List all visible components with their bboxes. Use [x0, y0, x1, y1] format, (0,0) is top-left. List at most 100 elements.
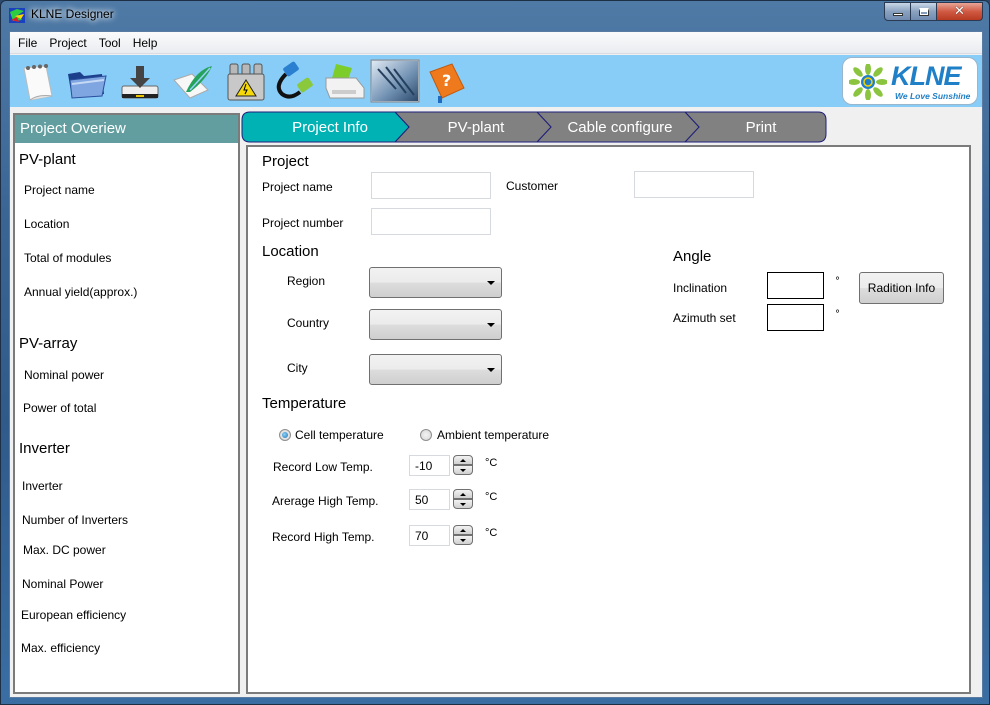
average-high-temp-spinner[interactable]	[453, 489, 473, 509]
record-high-temp-input[interactable]: 70	[409, 525, 450, 546]
record-high-temp-unit: °C	[485, 527, 498, 539]
project-name-label: Project name	[262, 180, 333, 194]
new-project-icon[interactable]	[16, 60, 60, 104]
sunflower-logo-icon	[849, 64, 887, 100]
country-select[interactable]	[369, 309, 502, 340]
spin-up-icon[interactable]	[453, 489, 473, 499]
ambient-temperature-label[interactable]: Ambient temperature	[437, 428, 549, 442]
azimuth-degree-unit: °	[835, 309, 840, 320]
ambient-temperature-radio[interactable]	[420, 429, 432, 441]
overview-section-pv-plant: PV-plant	[19, 151, 76, 168]
project-info-panel: Project Project name Customer Project nu…	[246, 145, 971, 694]
inclination-label: Inclination	[673, 281, 728, 295]
menu-help[interactable]: Help	[127, 36, 164, 50]
average-high-temp-label: Arerage High Temp.	[272, 494, 379, 508]
logo-brand: KLNE	[891, 61, 961, 91]
cable-icon[interactable]	[272, 60, 316, 104]
cell-temperature-radio[interactable]	[279, 429, 291, 441]
record-low-temp-unit: °C	[485, 457, 498, 469]
save-download-icon[interactable]	[118, 60, 162, 104]
project-overview-panel: Project Overiew PV-plant Project name Lo…	[13, 113, 240, 694]
chevron-down-icon	[487, 368, 495, 372]
close-icon: ✕	[954, 4, 965, 19]
record-low-temp-label: Record Low Temp.	[273, 460, 373, 474]
app-window: KLNE Designer ✕ File Project Tool Help ?…	[0, 0, 990, 705]
record-low-temp-spinner[interactable]	[453, 455, 473, 475]
inverter-icon[interactable]	[224, 60, 268, 104]
overview-item-project-name: Project name	[24, 183, 95, 197]
overview-item-inverter: Inverter	[22, 479, 63, 493]
city-select[interactable]	[369, 354, 502, 385]
overview-section-pv-array: PV-array	[19, 335, 78, 352]
overview-item-location: Location	[24, 217, 70, 231]
country-label: Country	[287, 316, 330, 330]
overview-item-max-efficiency: Max. efficiency	[21, 641, 101, 655]
spin-down-icon[interactable]	[453, 535, 473, 545]
cell-temperature-label[interactable]: Cell temperature	[295, 428, 384, 442]
tab-project-info[interactable]: Project Info	[260, 111, 400, 143]
chevron-down-icon	[487, 281, 495, 285]
project-number-label: Project number	[262, 216, 344, 230]
inclination-degree-unit: °	[835, 276, 840, 287]
overview-item-nominal-power: Nominal power	[24, 368, 105, 382]
maximize-icon	[918, 7, 929, 16]
average-high-temp-input[interactable]: 50	[409, 489, 450, 510]
spin-up-icon[interactable]	[453, 455, 473, 465]
city-label: City	[287, 361, 308, 375]
project-section-title: Project	[262, 153, 309, 170]
maximize-button[interactable]	[911, 2, 937, 21]
edit-notepad-icon[interactable]	[170, 60, 214, 104]
project-number-input[interactable]	[371, 208, 491, 235]
project-name-input[interactable]	[371, 172, 491, 199]
temperature-section-title: Temperature	[262, 395, 347, 412]
toolbar: ? KLNE We Love Sunshine	[10, 55, 982, 107]
title-bar[interactable]: KLNE Designer ✕	[1, 1, 990, 31]
klne-app-icon	[9, 8, 25, 23]
spin-up-icon[interactable]	[453, 525, 473, 535]
minimize-button[interactable]	[884, 2, 911, 21]
customer-input[interactable]	[634, 171, 754, 198]
radiation-info-button[interactable]: Radition Info	[859, 272, 944, 304]
menu-project[interactable]: Project	[43, 36, 92, 50]
minimize-icon	[892, 13, 903, 16]
overview-header: Project Overiew	[15, 115, 238, 143]
overview-item-nominal-power-inverter: Nominal Power	[22, 577, 104, 591]
tab-pv-plant[interactable]: PV-plant	[406, 111, 546, 143]
overview-item-number-inverters: Number of Inverters	[22, 513, 129, 527]
help-book-icon[interactable]: ?	[424, 60, 468, 104]
client-area: File Project Tool Help ? KLNE We Love Su…	[9, 31, 983, 698]
overview-item-annual-yield: Annual yield(approx.)	[24, 285, 138, 299]
wizard-tabs: Project Info PV-plant Cable configure Pr…	[240, 111, 830, 143]
klne-logo: KLNE We Love Sunshine	[842, 57, 978, 105]
record-high-temp-spinner[interactable]	[453, 525, 473, 545]
window-controls: ✕	[884, 2, 983, 21]
location-section-title: Location	[262, 243, 319, 260]
printer-icon[interactable]	[322, 60, 366, 104]
overview-item-total-modules: Total of modules	[24, 251, 112, 265]
solar-panel-icon[interactable]	[370, 59, 420, 103]
region-select[interactable]	[369, 267, 502, 298]
svg-text:?: ?	[442, 71, 451, 90]
region-label: Region	[287, 274, 326, 288]
tab-print[interactable]: Print	[696, 111, 826, 143]
record-low-temp-input[interactable]: -10	[409, 455, 450, 476]
overview-section-inverter: Inverter	[19, 440, 70, 457]
menu-bar: File Project Tool Help	[10, 32, 982, 54]
average-high-temp-unit: °C	[485, 491, 498, 503]
azimuth-input[interactable]	[767, 304, 824, 331]
overview-item-power-total: Power of total	[23, 401, 97, 415]
logo-slogan: We Love Sunshine	[895, 91, 971, 101]
inclination-input[interactable]	[767, 272, 824, 299]
overview-item-max-dc-power: Max. DC power	[23, 543, 106, 557]
overview-item-european-efficiency: European efficiency	[21, 608, 127, 622]
menu-file[interactable]: File	[12, 36, 43, 50]
menu-tool[interactable]: Tool	[93, 36, 127, 50]
tab-cable-configure[interactable]: Cable configure	[550, 111, 690, 143]
window-title: KLNE Designer	[31, 7, 114, 21]
chevron-down-icon	[487, 323, 495, 327]
spin-down-icon[interactable]	[453, 465, 473, 475]
close-button[interactable]: ✕	[937, 2, 983, 21]
customer-label: Customer	[506, 179, 559, 193]
spin-down-icon[interactable]	[453, 499, 473, 509]
open-folder-icon[interactable]	[64, 60, 108, 104]
